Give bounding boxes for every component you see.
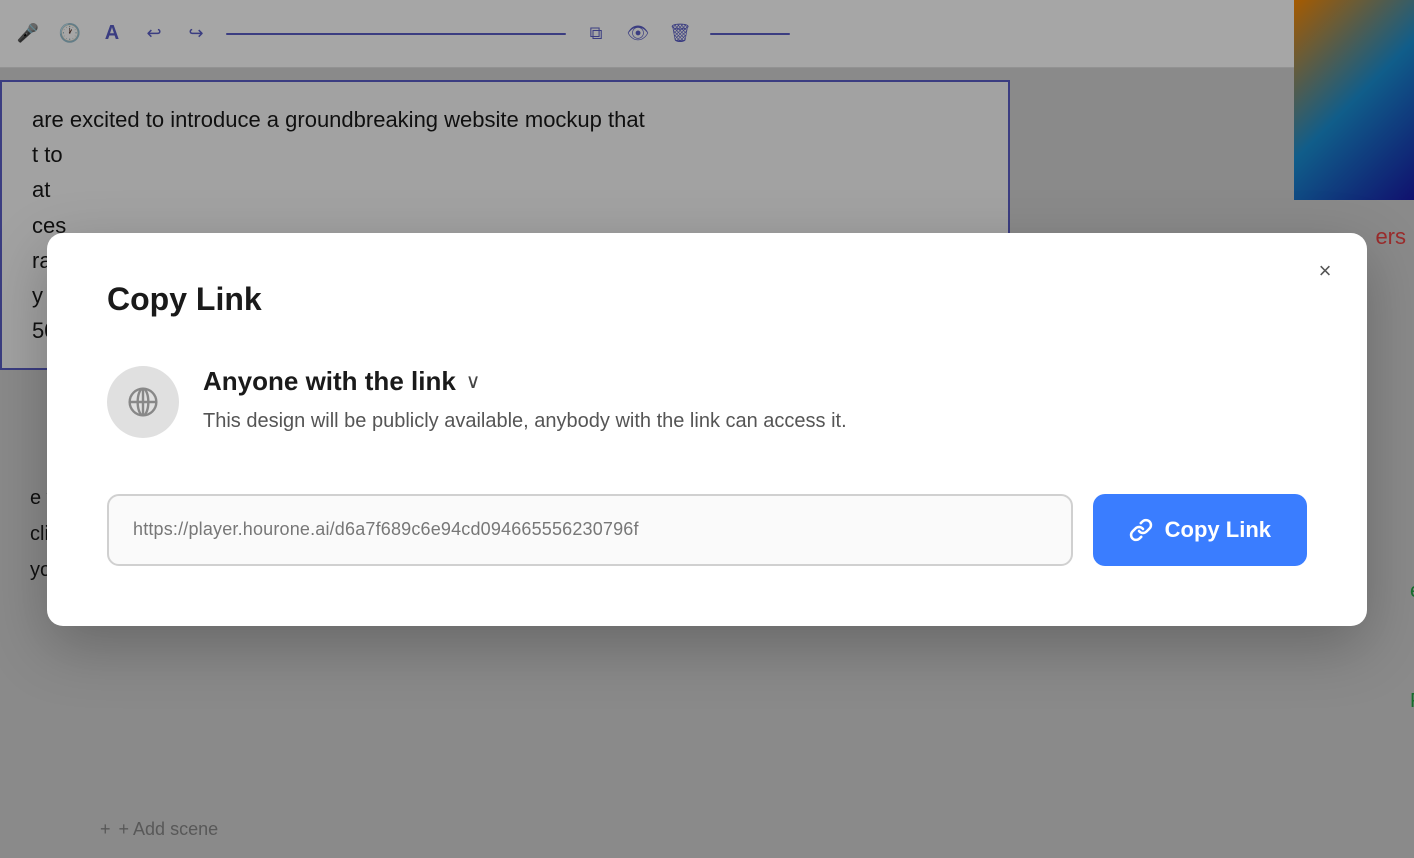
access-title-row[interactable]: Anyone with the link ∨: [203, 366, 847, 397]
access-icon-wrapper: [107, 366, 179, 438]
access-title: Anyone with the link: [203, 366, 456, 397]
copy-link-modal: × Copy Link Anyone with the link ∨: [47, 233, 1367, 626]
url-input[interactable]: [107, 494, 1073, 566]
access-row: Anyone with the link ∨ This design will …: [107, 366, 1307, 438]
modal-overlay[interactable]: × Copy Link Anyone with the link ∨: [0, 0, 1414, 858]
chevron-down-icon: ∨: [466, 369, 481, 394]
globe-icon: [127, 386, 159, 418]
url-row: Copy Link: [107, 494, 1307, 566]
access-description: This design will be publicly available, …: [203, 407, 847, 435]
modal-title: Copy Link: [107, 281, 1307, 318]
copy-link-button[interactable]: Copy Link: [1093, 494, 1307, 566]
close-icon: ×: [1319, 258, 1332, 284]
access-info: Anyone with the link ∨ This design will …: [203, 366, 847, 435]
copy-link-label: Copy Link: [1165, 517, 1271, 543]
link-icon: [1129, 518, 1153, 542]
close-button[interactable]: ×: [1307, 253, 1343, 289]
